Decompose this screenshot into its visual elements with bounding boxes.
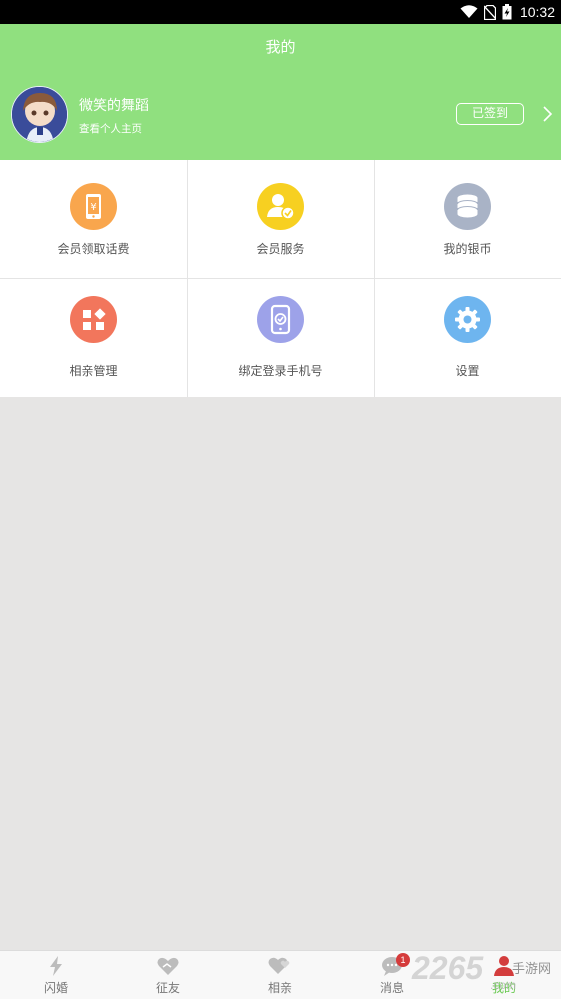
- tab-label: 闪婚: [43, 981, 68, 995]
- grid-item-label: 会员服务: [256, 242, 305, 256]
- no-sim-icon: [483, 4, 496, 20]
- grid-item-my-silver-coins[interactable]: 我的银币: [374, 160, 561, 278]
- tab-label: 征友: [155, 981, 180, 995]
- bottom-tab-bar: 闪婚 征友 相亲 消息 我的: [0, 950, 561, 999]
- message-badge: 1: [396, 953, 410, 967]
- grid-item-matchmaking-management[interactable]: 相亲管理: [0, 278, 187, 396]
- tab-label: 我的: [491, 981, 516, 995]
- tab-label: 消息: [379, 981, 404, 995]
- view-profile-link[interactable]: 查看个人主页: [79, 121, 142, 136]
- avatar[interactable]: [11, 86, 68, 143]
- lightning-icon: [50, 956, 62, 976]
- phone-bind-icon: [257, 296, 304, 343]
- grid-item-label: 设置: [455, 364, 480, 378]
- grid-item-member-phone-credit[interactable]: ¥ 会员领取话费: [0, 160, 187, 278]
- status-bar: 10:32: [0, 0, 561, 24]
- profile-name[interactable]: 微笑的舞蹈: [79, 95, 149, 115]
- battery-charging-icon: [502, 4, 512, 20]
- phone-yuan-icon: ¥: [70, 183, 117, 230]
- handshake-heart-icon: [157, 957, 179, 975]
- hearts-icon: [268, 957, 290, 974]
- menu-grid: ¥ 会员领取话费 会员服务 我的银币 相亲管理 绑定登录手机号 设置: [0, 160, 561, 397]
- tab-messages[interactable]: 消息: [336, 951, 448, 999]
- grid-item-label: 会员领取话费: [57, 242, 130, 256]
- svg-text:¥: ¥: [90, 202, 96, 213]
- chevron-right-icon[interactable]: [539, 105, 555, 123]
- apps-grid-icon: [70, 296, 117, 343]
- status-icons: 10:32: [460, 0, 555, 24]
- tab-flash-marriage[interactable]: 闪婚: [0, 951, 112, 999]
- page-title: 我的: [265, 38, 296, 56]
- coins-stack-icon: [444, 183, 491, 230]
- tab-blind-date[interactable]: 相亲: [224, 951, 336, 999]
- gear-icon: [444, 296, 491, 343]
- grid-item-label: 绑定登录手机号: [238, 364, 323, 378]
- tab-find-friends[interactable]: 征友: [112, 951, 224, 999]
- tab-label: 相亲: [267, 981, 292, 995]
- grid-item-settings[interactable]: 设置: [374, 278, 561, 396]
- grid-item-label: 我的银币: [443, 242, 492, 256]
- wifi-icon: [460, 5, 478, 18]
- checkin-button[interactable]: 已签到: [456, 103, 524, 125]
- tab-me[interactable]: 我的: [448, 951, 560, 999]
- grid-divider: [0, 278, 561, 279]
- grid-item-member-service[interactable]: 会员服务: [187, 160, 374, 278]
- profile-header: 我的 微笑的舞蹈 查看个人主页 已签到: [0, 24, 561, 160]
- user-check-icon: [257, 183, 304, 230]
- person-icon: [494, 956, 514, 976]
- status-time: 10:32: [519, 4, 555, 20]
- grid-item-label: 相亲管理: [69, 364, 118, 378]
- grid-item-bind-phone[interactable]: 绑定登录手机号: [187, 278, 374, 396]
